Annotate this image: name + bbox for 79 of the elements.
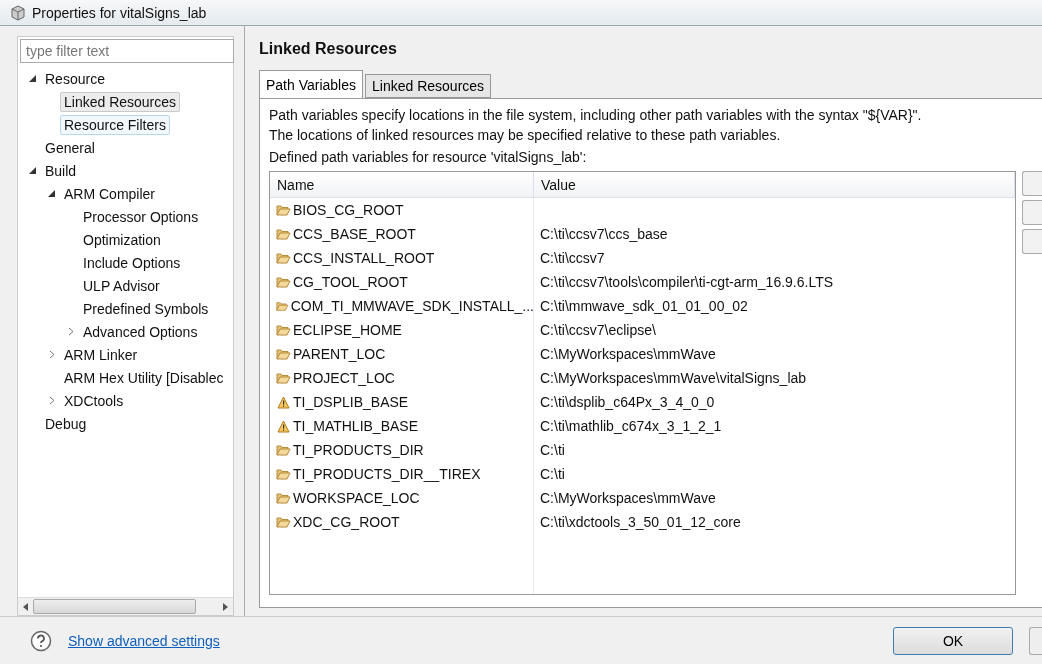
side-button[interactable] (1022, 171, 1042, 196)
value-cell-text: C:\ti (539, 465, 566, 484)
tree-item[interactable]: Predefined Symbols (79, 298, 213, 319)
tree-item[interactable]: Build (41, 160, 81, 181)
value-cell-text: C:\ti\ccsv7\eclipse\ (539, 321, 657, 340)
tree-item[interactable]: Advanced Options (79, 321, 202, 342)
name-cell: PARENT_LOC (270, 342, 534, 366)
folder-icon (276, 299, 289, 313)
cancel-button[interactable] (1029, 626, 1042, 655)
folder-icon (276, 491, 291, 505)
warning-icon (276, 395, 291, 409)
warning-icon (276, 419, 291, 433)
tree-item[interactable]: ARM Compiler (60, 183, 159, 204)
name-cell: WORKSPACE_LOC (270, 486, 534, 510)
tree-item[interactable]: Resource (41, 68, 109, 89)
name-cell: TI_PRODUCTS_DIR (270, 438, 534, 462)
folder-icon (276, 323, 291, 337)
name-cell: CCS_BASE_ROOT (270, 222, 534, 246)
name-cell: COM_TI_MMWAVE_SDK_INSTALL_... (270, 294, 534, 318)
column-header[interactable]: Name (270, 172, 534, 197)
help-icon[interactable] (30, 629, 52, 652)
filter-field[interactable]: type filter text (20, 39, 234, 63)
value-cell-text: C:\MyWorkspaces\mmWave\vitalSigns_lab (539, 369, 808, 388)
side-button[interactable] (1022, 229, 1042, 254)
cube-icon (10, 4, 26, 21)
folder-icon (276, 275, 291, 289)
value-cell-text: C:\ti\ccsv7\ccs_base (539, 225, 669, 244)
tab[interactable]: Linked Resources (365, 74, 492, 98)
name-cell: ECLIPSE_HOME (270, 318, 534, 342)
tree-item[interactable]: XDCtools (60, 390, 128, 411)
scroll-left-icon[interactable] (23, 602, 28, 611)
tree-item[interactable]: Optimization (79, 229, 165, 250)
name-cell: CG_TOOL_ROOT (270, 270, 534, 294)
value-cell-text: C:\ti\ccsv7\tools\compiler\ti-cgt-arm_16.9.6.LTS (539, 273, 835, 292)
scroll-thumb[interactable] (33, 599, 196, 614)
tree-item[interactable]: ARM Linker (60, 344, 142, 365)
value-cell-text: C:\ti (539, 441, 566, 460)
folder-icon (276, 467, 291, 481)
folder-icon (276, 203, 291, 217)
folder-icon (276, 251, 291, 265)
tree-item[interactable]: Include Options (79, 252, 185, 273)
tree-item[interactable]: Resource Filters (60, 114, 170, 135)
name-cell: TI_DSPLIB_BASE (270, 390, 534, 414)
folder-icon (276, 347, 291, 361)
page-title: Linked Resources (259, 40, 398, 58)
tree-item[interactable]: Linked Resources (60, 91, 181, 112)
scroll-right-icon[interactable] (223, 602, 228, 611)
tree-item[interactable]: General (41, 137, 99, 158)
tree-item[interactable]: ARM Hex Utility [Disablec (60, 367, 228, 388)
name-cell: CCS_INSTALL_ROOT (270, 246, 534, 270)
value-cell-text: C:\MyWorkspaces\mmWave (539, 489, 717, 508)
value-cell-text: C:\ti\xdctools_3_50_01_12_core (539, 513, 742, 532)
value-cell-text: C:\ti\dsplib_c64Px_3_4_0_0 (539, 393, 716, 412)
value-cell-text: C:\ti\mmwave_sdk_01_01_00_02 (539, 297, 749, 316)
tree-item[interactable]: ULP Advisor (79, 275, 164, 296)
name-cell: XDC_CG_ROOT (270, 510, 534, 534)
folder-icon (276, 371, 291, 385)
name-cell: BIOS_CG_ROOT (270, 198, 534, 222)
folder-icon (276, 515, 291, 529)
side-button[interactable] (1022, 200, 1042, 225)
name-cell: PROJECT_LOC (270, 366, 534, 390)
value-cell-text: C:\MyWorkspaces\mmWave (539, 345, 717, 364)
name-cell: TI_PRODUCTS_DIR__TIREX (270, 462, 534, 486)
name-cell: TI_MATHLIB_BASE (270, 414, 534, 438)
value-cell-text: C:\ti\mathlib_c674x_3_1_2_1 (539, 417, 723, 436)
table-caption: Defined path variables for resource 'vitalSigns_lab': (269, 149, 588, 165)
horizontal-scrollbar[interactable] (18, 597, 233, 615)
advanced-settings-link[interactable]: Show advanced settings (68, 632, 877, 649)
folder-icon (276, 443, 291, 457)
folder-icon (276, 227, 291, 241)
window-title: Properties for vitalSigns_lab (32, 4, 207, 21)
tab[interactable]: Path Variables (259, 70, 363, 98)
description-text: Path variables specify locations in the file system, including other path variables with the syntax "${VAR}". (269, 106, 923, 125)
ok-button[interactable]: OK (893, 626, 1013, 655)
tree-item[interactable]: Debug (41, 413, 91, 434)
column-header[interactable]: Value (534, 172, 1015, 197)
value-cell-text: C:\ti\ccsv7 (539, 249, 606, 268)
tree-item[interactable]: Processor Options (79, 206, 203, 227)
description-text: The locations of linked resources may be specified relative to these path variables. (269, 126, 782, 145)
